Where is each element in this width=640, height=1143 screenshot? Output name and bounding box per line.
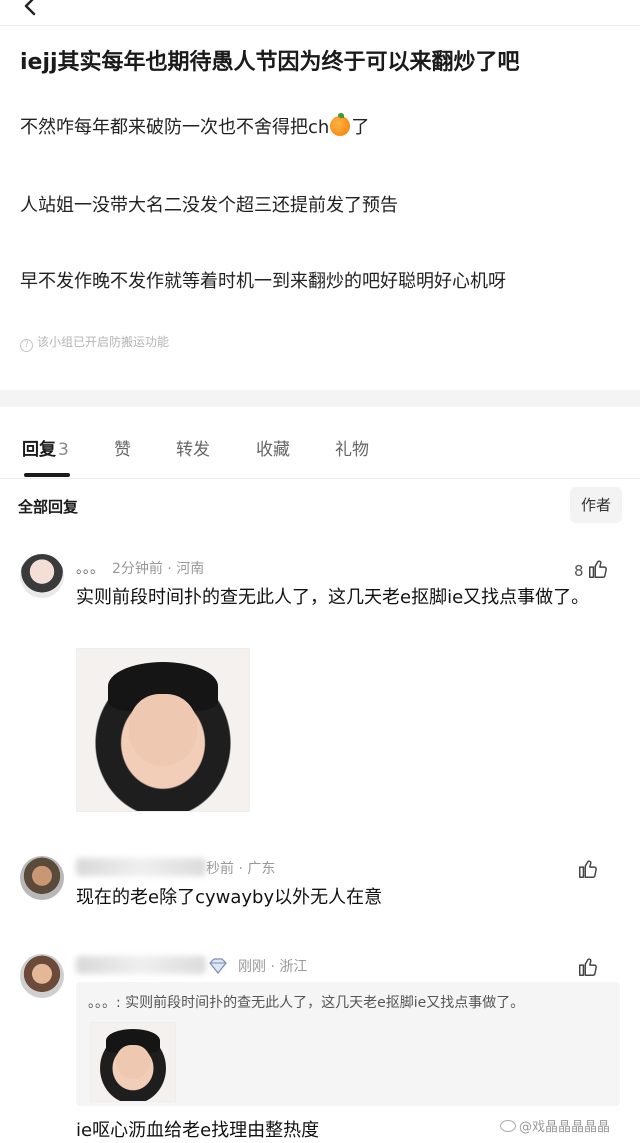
comment-time-location: 2分钟前 · 河南 <box>112 561 205 577</box>
commenter-name[interactable]: 。。。 <box>76 561 104 577</box>
reply-filter-row: 全部回复 作者 <box>0 480 640 530</box>
post-paragraph-2: 人站姐一没带大名二没发个超三还提前发了预告 <box>20 195 398 216</box>
quoted-reply[interactable]: 。。。: 实则前段时间扑的查无此人了，这几天老e抠脚ie又找点事做了。 <box>76 982 620 1106</box>
anti-repost-notice: ? 该小组已开启防搬运功能 <box>20 333 169 352</box>
avatar[interactable] <box>20 954 64 998</box>
comment-item: 秒前 · 广东 现在的老e除了cywayby以外无人在意 <box>0 848 640 938</box>
avatar[interactable] <box>20 856 64 900</box>
like-count: 8 <box>574 562 584 580</box>
tab-replies-label: 回复 <box>22 440 56 460</box>
tab-replies-count: 3 <box>58 440 69 460</box>
tab-replies[interactable]: 回复 3 <box>22 435 69 460</box>
active-tab-indicator <box>24 473 70 477</box>
all-replies-filter[interactable]: 全部回复 <box>18 496 78 517</box>
like-button[interactable] <box>574 858 599 880</box>
watermark-text: @戏晶晶晶晶晶 <box>519 1120 611 1135</box>
weibo-watermark: @戏晶晶晶晶晶 <box>500 1116 610 1135</box>
comment-item: 。。。 2分钟前 · 河南 8 实则前段时间扑的查无此人了，这几天老e抠脚ie又找… <box>0 546 640 836</box>
like-button[interactable]: 8 <box>574 558 609 580</box>
thumbs-up-icon <box>579 958 597 976</box>
top-bar <box>0 0 640 26</box>
diamond-badge-icon <box>209 958 227 974</box>
comment-text: 现在的老e除了cywayby以外无人在意 <box>76 887 383 908</box>
comment-time-location: 刚刚 · 浙江 <box>238 959 308 975</box>
blurred-commenter-name <box>76 956 206 974</box>
section-divider <box>0 390 640 407</box>
image-face <box>116 1044 150 1080</box>
like-button[interactable] <box>574 956 599 978</box>
avatar[interactable] <box>20 554 64 598</box>
comment-time-location: 秒前 · 广东 <box>206 861 276 877</box>
comment-text: 实则前段时间扑的查无此人了，这几天老e抠脚ie又找点事做了。 <box>76 587 590 608</box>
thumbs-up-icon <box>588 560 607 578</box>
comment-meta: 刚刚 · 浙江 <box>76 956 307 976</box>
post-paragraph-1: 不然咋每年都来破防一次也不舍得把ch 了 <box>20 113 624 142</box>
image-face <box>128 694 198 766</box>
comment-meta: 秒前 · 广东 <box>76 858 275 878</box>
quoted-image[interactable] <box>90 1022 176 1102</box>
post-line1-text: 不然咋每年都来破防一次也不舍得把ch <box>20 117 330 138</box>
back-arrow-icon[interactable] <box>20 0 44 20</box>
interaction-tabs: 回复 3 赞 转发 收藏 礼物 <box>0 407 640 479</box>
post-body: iejj其实每年也期待愚人节因为终于可以来翻炒了吧 不然咋每年都来破防一次也不舍… <box>0 26 640 390</box>
author-only-button[interactable]: 作者 <box>570 487 622 523</box>
quoted-reply-text: 。。。: 实则前段时间扑的查无此人了，这几天老e抠脚ie又找点事做了。 <box>88 995 525 1011</box>
tab-likes[interactable]: 赞 <box>114 435 131 460</box>
weibo-logo-icon <box>500 1120 516 1132</box>
comment-meta: 。。。 2分钟前 · 河南 <box>76 558 204 578</box>
tab-favorites[interactable]: 收藏 <box>256 435 290 460</box>
post-line1-end: 了 <box>351 117 370 138</box>
blurred-commenter-name <box>76 858 206 876</box>
question-circle-icon: ? <box>20 339 33 352</box>
notice-text: 该小组已开启防搬运功能 <box>37 335 170 349</box>
thumbs-up-icon <box>579 860 597 878</box>
comment-item: 刚刚 · 浙江 。。。: 实则前段时间扑的查无此人了，这几天老e抠脚ie又找点事… <box>0 948 640 1143</box>
tab-reposts[interactable]: 转发 <box>176 435 210 460</box>
tab-gifts[interactable]: 礼物 <box>335 435 369 460</box>
post-title: iejj其实每年也期待愚人节因为终于可以来翻炒了吧 <box>20 50 520 75</box>
orange-emoji-icon <box>330 113 351 136</box>
post-paragraph-3: 早不发作晚不发作就等着时机一到来翻炒的吧好聪明好心机呀 <box>20 271 506 292</box>
comment-image[interactable] <box>76 648 250 812</box>
